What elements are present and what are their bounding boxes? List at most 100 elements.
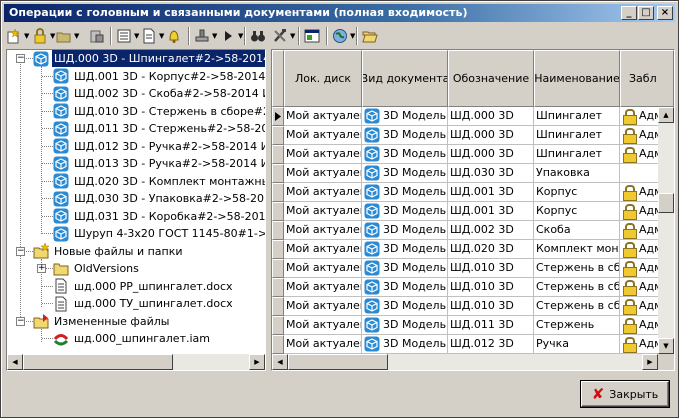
cell-oboznachenie[interactable]: ШД.002 3D bbox=[448, 221, 534, 240]
cell-zablokirovan[interactable]: Адм bbox=[620, 126, 658, 145]
cell-lok-disk[interactable]: Мой актуален bbox=[284, 164, 362, 183]
cell-naimenovanie[interactable]: Шпингалет bbox=[534, 107, 620, 126]
expand-toggle[interactable]: + bbox=[37, 264, 46, 273]
grid-horizontal-scrollbar[interactable]: ◀ ▶ bbox=[272, 354, 658, 370]
table-row[interactable]: Мой актуален 3D МодельШД.002 3D Скоба Адм bbox=[272, 221, 658, 240]
collapse-toggle[interactable]: − bbox=[16, 316, 25, 326]
tree-node[interactable]: ШД.030 3D - Упаковка#2->58-2014 ИИ bbox=[53, 190, 265, 207]
row-indicator[interactable] bbox=[272, 126, 284, 145]
tree-node[interactable]: ШД.012 3D - Ручка#2->58-2014 ИИ bbox=[53, 138, 265, 155]
table-row[interactable]: Мой актуален 3D Модель ШД.000 3D Шпингалет А… bbox=[272, 126, 658, 145]
cell-oboznachenie[interactable]: ШД.000 3D bbox=[448, 126, 534, 145]
cell-zablokirovan[interactable]: Адм bbox=[620, 202, 658, 221]
move-button[interactable] bbox=[89, 26, 105, 46]
cell-vid-dokumenta[interactable]: 3D Модель bbox=[362, 126, 448, 145]
maximize-button[interactable]: □ bbox=[638, 6, 654, 20]
row-indicator[interactable] bbox=[272, 316, 284, 335]
cell-vid-dokumenta[interactable]: 3D Модель bbox=[362, 107, 448, 126]
cell-zablokirovan[interactable]: Адм bbox=[620, 221, 658, 240]
cell-zablokirovan[interactable]: Адм bbox=[620, 183, 658, 202]
documents-grid[interactable]: Лок. диск Вид документа Обозначение Наим… bbox=[271, 49, 675, 371]
cell-naimenovanie[interactable]: Корпус bbox=[534, 183, 620, 202]
column-header-lok-disk[interactable]: Лок. диск bbox=[284, 50, 362, 107]
folder-dropdown-button[interactable]: ▼ bbox=[56, 26, 79, 46]
view-button[interactable] bbox=[304, 26, 320, 46]
cell-vid-dokumenta[interactable]: 3D Модель bbox=[362, 278, 448, 297]
table-row[interactable]: Мой актуален 3D Модель ШД.000 3D Шпингалет А… bbox=[272, 145, 658, 164]
tree-node[interactable]: ШД.000 3D - Шпингалет#2->58-2014 ИИ bbox=[33, 50, 265, 67]
column-header-vid-dokumenta[interactable]: Вид документа bbox=[362, 50, 448, 107]
find-button[interactable] bbox=[250, 26, 266, 46]
cell-lok-disk[interactable]: Мой актуален bbox=[284, 145, 362, 164]
stamp-dropdown-button[interactable]: ▼ bbox=[194, 26, 217, 46]
row-indicator[interactable] bbox=[272, 278, 284, 297]
tree-node[interactable]: ШД.010 3D - Стержень в сборе#2->58- bbox=[53, 103, 265, 120]
row-indicator[interactable] bbox=[272, 145, 284, 164]
cell-zablokirovan[interactable]: Адм bbox=[620, 278, 658, 297]
column-header-oboznachenie[interactable]: Обозначение bbox=[448, 50, 534, 107]
cell-naimenovanie[interactable]: Стержень bbox=[534, 316, 620, 335]
minimize-button[interactable]: _ bbox=[621, 6, 637, 20]
table-row[interactable]: Мой актуален 3D Модель ШД.010 3D Стержень в… bbox=[272, 278, 658, 297]
scroll-right-button[interactable]: ▶ bbox=[249, 354, 265, 370]
row-indicator[interactable] bbox=[272, 297, 284, 316]
cell-oboznachenie[interactable]: ШД.010 3D bbox=[448, 278, 534, 297]
web-dropdown-button[interactable]: ▼ bbox=[332, 26, 355, 46]
cell-naimenovanie[interactable]: Стержень в сбор bbox=[534, 297, 620, 316]
cell-zablokirovan[interactable]: Адм bbox=[620, 145, 658, 164]
column-header-zablokirovan[interactable]: Забл bbox=[620, 50, 674, 107]
table-row[interactable]: Мой актуален 3D Модель ШД.000 3D Шпингалет А… bbox=[272, 107, 658, 126]
scroll-down-button[interactable]: ▼ bbox=[658, 338, 674, 354]
cell-lok-disk[interactable]: Мой актуален bbox=[284, 297, 362, 316]
tree-node[interactable]: Измененные файлы bbox=[33, 313, 171, 330]
cell-zablokirovan[interactable]: Адм bbox=[620, 297, 658, 316]
tree-node[interactable]: шд.000 ТУ_шпингалет.docx bbox=[53, 295, 235, 312]
cell-lok-disk[interactable]: Мой актуален bbox=[284, 202, 362, 221]
tree-node[interactable]: Новые файлы и папки bbox=[33, 242, 185, 260]
cell-oboznachenie[interactable]: ШД.000 3D bbox=[448, 107, 534, 126]
row-indicator[interactable] bbox=[272, 164, 284, 183]
cell-naimenovanie[interactable]: Шпингалет bbox=[534, 126, 620, 145]
collapse-toggle[interactable]: − bbox=[16, 54, 25, 63]
table-row[interactable]: Мой актуален 3D МодельШД.001 3D Корпус Адм bbox=[272, 183, 658, 202]
tools-dropdown-button[interactable]: ▼ bbox=[272, 26, 295, 46]
cell-lok-disk[interactable]: Мой актуален bbox=[284, 221, 362, 240]
cell-vid-dokumenta[interactable]: 3D Модель bbox=[362, 202, 448, 221]
cell-vid-dokumenta[interactable]: 3D Модель bbox=[362, 297, 448, 316]
table-row[interactable]: Мой актуален 3D Модель ШД.010 3D Стержень в… bbox=[272, 259, 658, 278]
row-indicator[interactable] bbox=[272, 202, 284, 221]
close-button[interactable]: ✘ Закрыть bbox=[581, 381, 669, 407]
row-indicator[interactable] bbox=[272, 335, 284, 354]
cell-oboznachenie[interactable]: ШД.010 3D bbox=[448, 259, 534, 278]
cell-oboznachenie[interactable]: ШД.020 3D bbox=[448, 240, 534, 259]
notify-button[interactable] bbox=[166, 26, 182, 46]
row-indicator[interactable] bbox=[272, 183, 284, 202]
tree-node[interactable]: шд.000_шпингалет.iam bbox=[53, 330, 212, 347]
open-folder-button[interactable] bbox=[362, 26, 378, 46]
cell-lok-disk[interactable]: Мой актуален bbox=[284, 107, 362, 126]
cell-vid-dokumenta[interactable]: 3D Модель bbox=[362, 240, 448, 259]
cell-oboznachenie[interactable]: ШД.000 3D bbox=[448, 145, 534, 164]
cell-vid-dokumenta[interactable]: 3D Модель bbox=[362, 259, 448, 278]
cell-zablokirovan[interactable]: Адм bbox=[620, 316, 658, 335]
tree-horizontal-scrollbar[interactable]: ◀ ▶ bbox=[7, 354, 265, 370]
tree-node[interactable]: ШД.011 3D - Стержень#2->58-2014 ИИ bbox=[53, 120, 265, 137]
cell-lok-disk[interactable]: Мой актуален bbox=[284, 183, 362, 202]
document-tree[interactable]: ШД.000 3D - Шпингалет#2->58-2014 ИИ ШД.00… bbox=[6, 49, 266, 371]
scroll-thumb[interactable] bbox=[658, 193, 674, 213]
cell-oboznachenie[interactable]: ШД.012 3D bbox=[448, 335, 534, 354]
row-indicator[interactable] bbox=[272, 107, 284, 126]
table-row[interactable]: Мой актуален 3D Модель ШД.020 3D Комплект м… bbox=[272, 240, 658, 259]
tree-node[interactable]: шд.000 РР_шпингалет.docx bbox=[53, 278, 235, 295]
title-bar[interactable]: Операции с головным и связанными докумен… bbox=[4, 4, 675, 22]
scroll-left-button[interactable]: ◀ bbox=[7, 354, 23, 370]
cell-zablokirovan[interactable]: Адм bbox=[620, 335, 658, 354]
cell-oboznachenie[interactable]: ШД.001 3D bbox=[448, 202, 534, 221]
document-dropdown-button[interactable]: ▼ bbox=[141, 26, 164, 46]
cell-vid-dokumenta[interactable]: 3D Модель bbox=[362, 164, 448, 183]
scroll-up-button[interactable]: ▲ bbox=[658, 107, 674, 123]
lock-dropdown-button[interactable]: ▼ bbox=[32, 26, 55, 46]
grid-vertical-scrollbar[interactable]: ▲ ▼ bbox=[658, 107, 674, 354]
cell-naimenovanie[interactable]: Скоба bbox=[534, 221, 620, 240]
cell-naimenovanie[interactable]: Упаковка bbox=[534, 164, 620, 183]
